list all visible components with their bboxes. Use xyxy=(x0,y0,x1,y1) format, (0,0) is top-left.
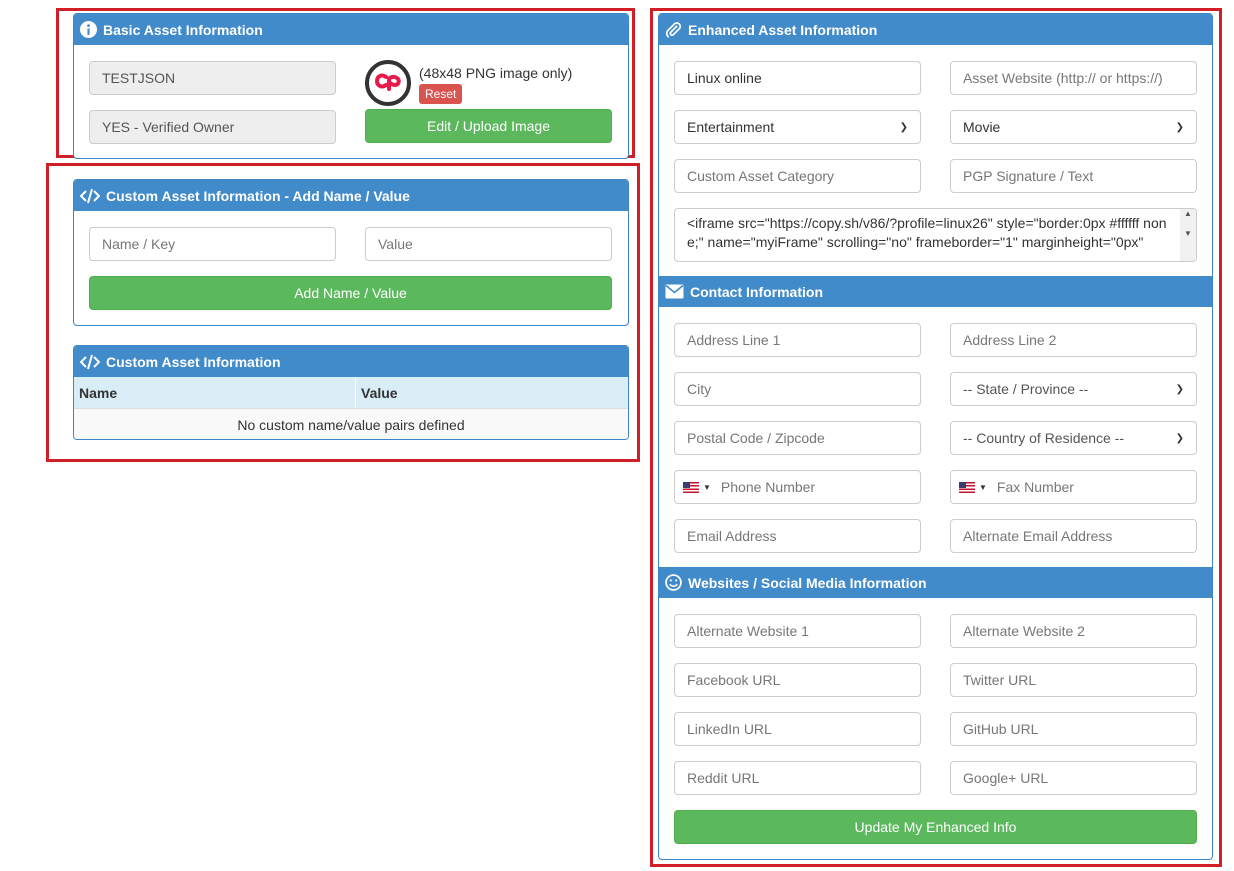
column-header-value: Value xyxy=(361,385,398,401)
custom-name-input[interactable]: Name / Key xyxy=(89,227,336,261)
state-select[interactable]: -- State / Province -- ❯ xyxy=(950,372,1197,406)
envelope-icon xyxy=(665,284,684,299)
pgp-signature-input[interactable]: PGP Signature / Text xyxy=(950,159,1197,193)
social-title: Websites / Social Media Information xyxy=(688,574,927,591)
scroll-down-icon[interactable]: ▼ xyxy=(1184,229,1192,238)
asset-category-value: Entertainment xyxy=(687,119,775,135)
enhanced-panel: Enhanced Asset Information Linux online … xyxy=(658,13,1213,860)
asset-name-field[interactable]: TESTJSON xyxy=(89,61,336,95)
address-line-1-input[interactable]: Address Line 1 xyxy=(674,323,921,357)
asset-image xyxy=(365,60,411,106)
country-select-value: -- Country of Residence -- xyxy=(963,430,1125,446)
phone-input[interactable]: ▼ Phone Number xyxy=(674,470,921,504)
column-divider xyxy=(355,377,356,408)
table-header-row: Name Value xyxy=(74,377,628,409)
basic-asset-title: Basic Asset Information xyxy=(103,21,263,38)
custom-add-title: Custom Asset Information - Add Name / Va… xyxy=(106,187,410,204)
custom-table-title: Custom Asset Information xyxy=(106,353,281,370)
alternate-website-2-input[interactable]: Alternate Website 2 xyxy=(950,614,1197,648)
scroll-up-icon[interactable]: ▲ xyxy=(1184,209,1192,218)
chevron-down-icon: ❯ xyxy=(1175,432,1184,444)
fax-input[interactable]: ▼ Fax Number xyxy=(950,470,1197,504)
empty-table-message: No custom name/value pairs defined xyxy=(237,416,465,433)
github-url-input[interactable]: GitHub URL xyxy=(950,712,1197,746)
update-enhanced-info-button[interactable]: Update My Enhanced Info xyxy=(674,810,1197,844)
phone-placeholder: Phone Number xyxy=(720,479,816,495)
asset-website-input[interactable]: Asset Website (http:// or https://) xyxy=(950,61,1197,95)
basic-asset-header: Basic Asset Information xyxy=(74,14,628,45)
custom-category-input[interactable]: Custom Asset Category xyxy=(674,159,921,193)
basic-asset-panel: Basic Asset Information TESTJSON YES - V… xyxy=(73,13,629,159)
custom-table-panel: Custom Asset Information Name Value No c… xyxy=(73,345,629,440)
asset-subcategory-select[interactable]: Movie ❯ xyxy=(950,110,1197,144)
postal-code-input[interactable]: Postal Code / Zipcode xyxy=(674,421,921,455)
description-text: <iframe src="https://copy.sh/v86/?profil… xyxy=(687,215,1167,250)
social-header: Websites / Social Media Information xyxy=(659,567,1212,598)
country-select[interactable]: -- Country of Residence -- ❯ xyxy=(950,421,1197,455)
table-empty-row: No custom name/value pairs defined xyxy=(74,409,628,439)
facebook-url-input[interactable]: Facebook URL xyxy=(674,663,921,697)
chevron-down-icon: ❯ xyxy=(1175,121,1184,133)
alternate-website-1-input[interactable]: Alternate Website 1 xyxy=(674,614,921,648)
contact-header: Contact Information xyxy=(659,276,1212,307)
custom-add-panel: Custom Asset Information - Add Name / Va… xyxy=(73,179,629,326)
chevron-down-icon: ❯ xyxy=(1175,383,1184,395)
email-input[interactable]: Email Address xyxy=(674,519,921,553)
custom-add-header: Custom Asset Information - Add Name / Va… xyxy=(74,180,628,211)
dropdown-caret-icon[interactable]: ▼ xyxy=(703,483,711,492)
contact-title: Contact Information xyxy=(690,283,823,300)
upload-image-button[interactable]: Edit / Upload Image xyxy=(365,109,612,143)
address-line-2-input[interactable]: Address Line 2 xyxy=(950,323,1197,357)
code-icon xyxy=(80,354,100,369)
smiley-icon xyxy=(665,574,682,591)
dropdown-caret-icon[interactable]: ▼ xyxy=(979,483,987,492)
custom-value-input[interactable]: Value xyxy=(365,227,612,261)
paperclip-icon xyxy=(665,22,682,38)
googleplus-url-input[interactable]: Google+ URL xyxy=(950,761,1197,795)
us-flag-icon[interactable] xyxy=(959,481,975,493)
asset-subcategory-value: Movie xyxy=(963,119,1001,135)
state-select-value: -- State / Province -- xyxy=(963,381,1089,397)
chevron-down-icon: ❯ xyxy=(899,121,908,133)
custom-table-header: Custom Asset Information xyxy=(74,346,628,377)
column-header-name: Name xyxy=(79,385,118,401)
city-input[interactable]: City xyxy=(674,372,921,406)
info-circle-icon xyxy=(80,21,97,38)
twitter-url-input[interactable]: Twitter URL xyxy=(950,663,1197,697)
asset-logo-icon xyxy=(374,73,401,91)
reddit-url-input[interactable]: Reddit URL xyxy=(674,761,921,795)
textarea-scrollbar[interactable]: ▲ ▼ xyxy=(1180,209,1196,261)
asset-title-input[interactable]: Linux online xyxy=(674,61,921,95)
add-name-value-button[interactable]: Add Name / Value xyxy=(89,276,612,310)
us-flag-icon[interactable] xyxy=(683,481,699,493)
enhanced-title: Enhanced Asset Information xyxy=(688,21,878,38)
enhanced-header: Enhanced Asset Information xyxy=(659,14,1212,45)
description-textarea[interactable]: <iframe src="https://copy.sh/v86/?profil… xyxy=(674,208,1197,262)
alternate-email-input[interactable]: Alternate Email Address xyxy=(950,519,1197,553)
fax-placeholder: Fax Number xyxy=(996,479,1074,495)
asset-category-select[interactable]: Entertainment ❯ xyxy=(674,110,921,144)
reset-image-button[interactable]: Reset xyxy=(419,84,463,104)
ownership-field[interactable]: YES - Verified Owner xyxy=(89,110,336,144)
code-icon xyxy=(80,188,100,203)
linkedin-url-input[interactable]: LinkedIn URL xyxy=(674,712,921,746)
image-note: (48x48 PNG image only) xyxy=(419,65,573,81)
